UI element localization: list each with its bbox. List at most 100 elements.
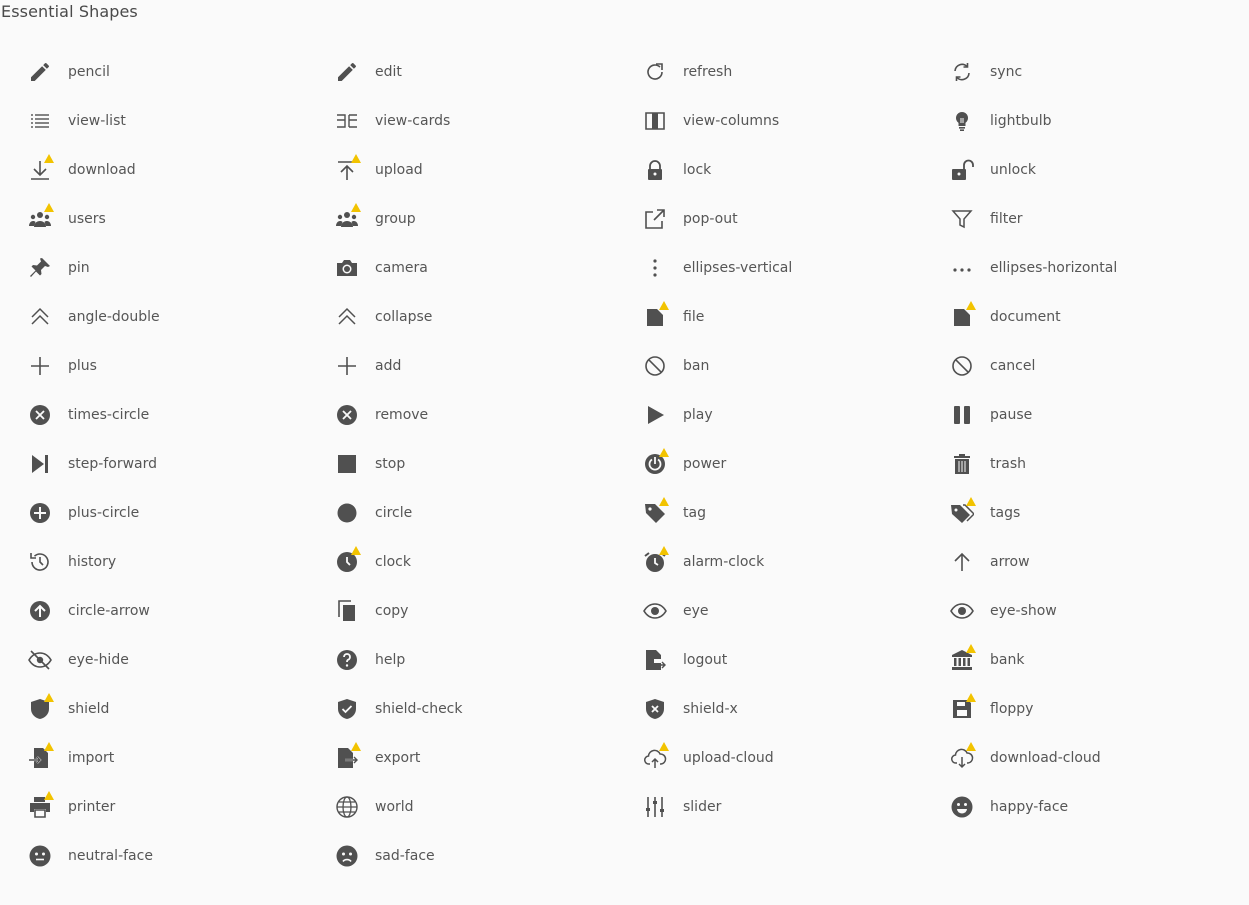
icon-item-download-cloud[interactable]: download-cloud xyxy=(950,733,1249,782)
icon-label: view-cards xyxy=(375,112,451,129)
icon-item-edit[interactable]: edit xyxy=(335,47,643,96)
upload-icon xyxy=(335,153,361,182)
icon-item-ellipses-horizontal[interactable]: ellipses-horizontal xyxy=(950,243,1249,292)
icon-item-eye-show[interactable]: eye-show xyxy=(950,586,1249,635)
icon-item-history[interactable]: history xyxy=(28,537,335,586)
arrow-icon xyxy=(950,550,974,574)
warning-badge-icon xyxy=(44,741,54,751)
icon-item-plus-circle[interactable]: plus-circle xyxy=(28,488,335,537)
icon-item-printer[interactable]: printer xyxy=(28,782,335,831)
icon-item-file[interactable]: file xyxy=(643,292,950,341)
icon-label: times-circle xyxy=(68,406,150,423)
users-icon xyxy=(335,202,361,231)
icon-item-sad-face[interactable]: sad-face xyxy=(335,831,643,880)
icon-item-clock[interactable]: clock xyxy=(335,537,643,586)
icon-item-users[interactable]: users xyxy=(28,194,335,243)
refresh-icon xyxy=(643,60,667,84)
icon-item-upload-cloud[interactable]: upload-cloud xyxy=(643,733,950,782)
filter-icon xyxy=(950,207,974,231)
icon-item-angle-double[interactable]: angle-double xyxy=(28,292,335,341)
icon-item-logout[interactable]: logout xyxy=(643,635,950,684)
icon-item-ban[interactable]: ban xyxy=(643,341,950,390)
icon-item-add[interactable]: add xyxy=(335,341,643,390)
icon-item-eye-hide[interactable]: eye-hide xyxy=(28,635,335,684)
icon-item-ellipses-vertical[interactable]: ellipses-vertical xyxy=(643,243,950,292)
icon-label: neutral-face xyxy=(68,847,153,864)
icon-item-sync[interactable]: sync xyxy=(950,47,1249,96)
icon-item-stop[interactable]: stop xyxy=(335,439,643,488)
icon-item-collapse[interactable]: collapse xyxy=(335,292,643,341)
lightbulb-icon xyxy=(950,109,974,133)
printer-icon xyxy=(28,790,54,819)
icon-item-pin[interactable]: pin xyxy=(28,243,335,292)
icon-item-import[interactable]: import xyxy=(28,733,335,782)
icon-item-lightbulb[interactable]: lightbulb xyxy=(950,96,1249,145)
view-columns-icon xyxy=(643,109,667,133)
icon-item-copy[interactable]: copy xyxy=(335,586,643,635)
icon-label: sad-face xyxy=(375,847,435,864)
angle-double-icon xyxy=(28,305,52,329)
icon-item-floppy[interactable]: floppy xyxy=(950,684,1249,733)
icon-item-plus[interactable]: plus xyxy=(28,341,335,390)
camera-icon xyxy=(335,256,359,280)
icon-item-lock[interactable]: lock xyxy=(643,145,950,194)
icon-label: import xyxy=(68,749,115,766)
icon-item-shield-x[interactable]: shield-x xyxy=(643,684,950,733)
icon-item-unlock[interactable]: unlock xyxy=(950,145,1249,194)
icon-item-eye[interactable]: eye xyxy=(643,586,950,635)
icon-item-world[interactable]: world xyxy=(335,782,643,831)
icon-label: pause xyxy=(990,406,1033,423)
icon-item-arrow[interactable]: arrow xyxy=(950,537,1249,586)
icon-item-tags[interactable]: tags xyxy=(950,488,1249,537)
eye-icon xyxy=(643,599,667,623)
icon-item-step-forward[interactable]: step-forward xyxy=(28,439,335,488)
icon-label: bank xyxy=(990,651,1025,668)
icon-item-download[interactable]: download xyxy=(28,145,335,194)
icon-item-pencil[interactable]: pencil xyxy=(28,47,335,96)
icon-item-pause[interactable]: pause xyxy=(950,390,1249,439)
sync-icon xyxy=(950,60,974,84)
icon-grid: pencil edit refresh sync view-list view-cards… xyxy=(28,47,1249,880)
angle-double-icon xyxy=(335,305,359,329)
icon-item-view-list[interactable]: view-list xyxy=(28,96,335,145)
icon-item-shield[interactable]: shield xyxy=(28,684,335,733)
icon-item-upload[interactable]: upload xyxy=(335,145,643,194)
icon-item-times-circle[interactable]: times-circle xyxy=(28,390,335,439)
icon-label: collapse xyxy=(375,308,433,325)
alarm-clock-icon xyxy=(643,545,669,574)
icon-item-circle-arrow[interactable]: circle-arrow xyxy=(28,586,335,635)
icon-item-export[interactable]: export xyxy=(335,733,643,782)
icon-label: happy-face xyxy=(990,798,1069,815)
icon-item-neutral-face[interactable]: neutral-face xyxy=(28,831,335,880)
icon-item-refresh[interactable]: refresh xyxy=(643,47,950,96)
icon-item-cancel[interactable]: cancel xyxy=(950,341,1249,390)
icon-item-remove[interactable]: remove xyxy=(335,390,643,439)
icon-label: circle-arrow xyxy=(68,602,150,619)
pencil-icon xyxy=(28,60,52,84)
icon-label: document xyxy=(990,308,1061,325)
icon-item-view-columns[interactable]: view-columns xyxy=(643,96,950,145)
icon-item-play[interactable]: play xyxy=(643,390,950,439)
icon-item-pop-out[interactable]: pop-out xyxy=(643,194,950,243)
icon-item-tag[interactable]: tag xyxy=(643,488,950,537)
icon-item-group[interactable]: group xyxy=(335,194,643,243)
icon-item-power[interactable]: power xyxy=(643,439,950,488)
icon-item-shield-check[interactable]: shield-check xyxy=(335,684,643,733)
icon-label: eye-show xyxy=(990,602,1057,619)
warning-badge-icon xyxy=(966,741,976,751)
icon-item-circle[interactable]: circle xyxy=(335,488,643,537)
play-icon xyxy=(643,403,667,427)
icon-item-view-cards[interactable]: view-cards xyxy=(335,96,643,145)
icon-item-document[interactable]: document xyxy=(950,292,1249,341)
step-forward-icon xyxy=(28,452,52,476)
icon-item-happy-face[interactable]: happy-face xyxy=(950,782,1249,831)
shield-check-icon xyxy=(335,697,359,721)
icon-item-camera[interactable]: camera xyxy=(335,243,643,292)
icon-label: circle xyxy=(375,504,413,521)
icon-item-filter[interactable]: filter xyxy=(950,194,1249,243)
icon-item-slider[interactable]: slider xyxy=(643,782,950,831)
icon-item-bank[interactable]: bank xyxy=(950,635,1249,684)
icon-item-help[interactable]: help xyxy=(335,635,643,684)
icon-item-alarm-clock[interactable]: alarm-clock xyxy=(643,537,950,586)
icon-item-trash[interactable]: trash xyxy=(950,439,1249,488)
